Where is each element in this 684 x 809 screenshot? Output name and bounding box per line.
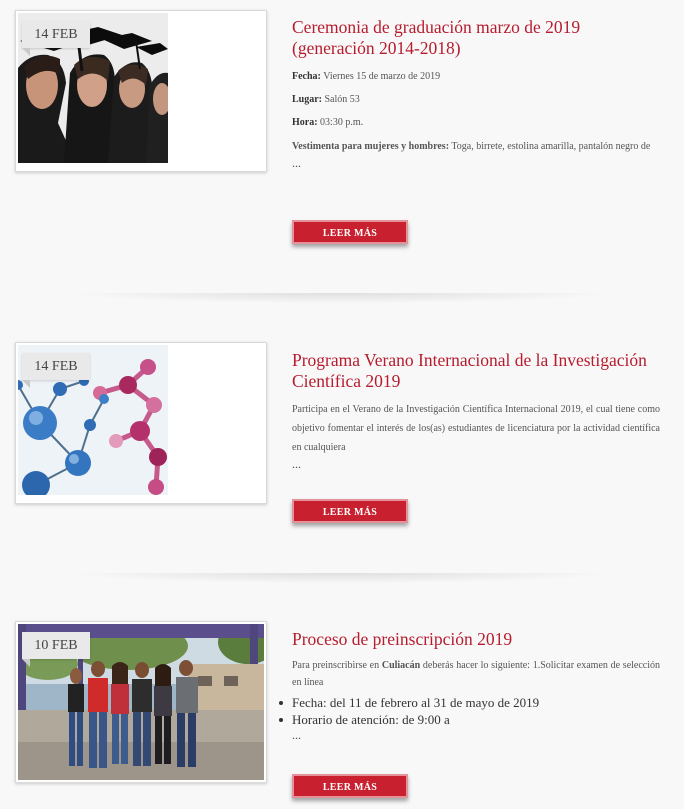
meta-dress: Vestimenta para mujeres y hombres: Toga,… xyxy=(292,138,660,156)
meta-label: Fecha: xyxy=(292,71,321,82)
meta-label: Lugar: xyxy=(292,94,322,105)
post-excerpt: Participa en el Verano de la Investigaci… xyxy=(292,404,660,453)
info-list: Fecha: del 11 de febrero al 31 de mayo d… xyxy=(279,694,660,728)
read-more-button[interactable]: LEER MÁS xyxy=(292,774,408,798)
post-title[interactable]: Ceremonia de graduación marzo de 2019 (g… xyxy=(292,17,660,59)
meta-label: Hora: xyxy=(292,117,318,128)
post-separator xyxy=(70,573,610,583)
list-item: Fecha: del 11 de febrero al 31 de mayo d… xyxy=(279,694,660,711)
meta-time: Hora: 03:30 p.m. xyxy=(292,115,660,131)
meta-value: 03:30 p.m. xyxy=(320,117,364,128)
read-more-button[interactable]: LEER MÁS xyxy=(292,499,408,523)
post-thumbnail-frame[interactable]: 14 FEB xyxy=(15,10,267,172)
excerpt-city: Culiacán xyxy=(381,660,421,671)
ellipsis: ... xyxy=(292,728,301,742)
meta-value: Toga, birrete, estolina amarilla, pantal… xyxy=(451,141,651,152)
post-title[interactable]: Proceso de preinscripción 2019 xyxy=(292,629,660,650)
ellipsis: ... xyxy=(292,156,301,170)
post-content: Proceso de preinscripción 2019 Para prei… xyxy=(279,629,660,743)
ellipsis: ... xyxy=(292,457,301,471)
date-tag: 14 FEB xyxy=(22,21,90,56)
meta-place: Lugar: Salón 53 xyxy=(292,92,660,108)
meta-value: Viernes 15 de marzo de 2019 xyxy=(323,71,441,82)
post-content: Programa Verano Internacional de la Inve… xyxy=(292,350,660,472)
read-more-button[interactable]: LEER MÁS xyxy=(292,220,408,244)
post-content: Ceremonia de graduación marzo de 2019 (g… xyxy=(292,17,660,171)
meta-value: Salón 53 xyxy=(324,94,360,105)
meta-label: Vestimenta para mujeres y hombres: xyxy=(292,141,450,152)
post-thumbnail-frame[interactable]: 10 FEB xyxy=(15,621,267,783)
list-item: Horario de atención: de 9:00 a xyxy=(279,711,660,728)
post-title[interactable]: Programa Verano Internacional de la Inve… xyxy=(292,350,660,392)
meta-date: Fecha: Viernes 15 de marzo de 2019 xyxy=(292,69,660,85)
post-separator xyxy=(70,293,610,303)
date-tag: 10 FEB xyxy=(22,632,90,667)
post-excerpt: Para preinscribirse en Culiacán deberás … xyxy=(292,657,660,691)
excerpt-text: Para preinscribirse en xyxy=(292,660,380,671)
date-tag: 14 FEB xyxy=(22,353,90,388)
post-thumbnail-frame[interactable]: 14 FEB xyxy=(15,342,267,504)
